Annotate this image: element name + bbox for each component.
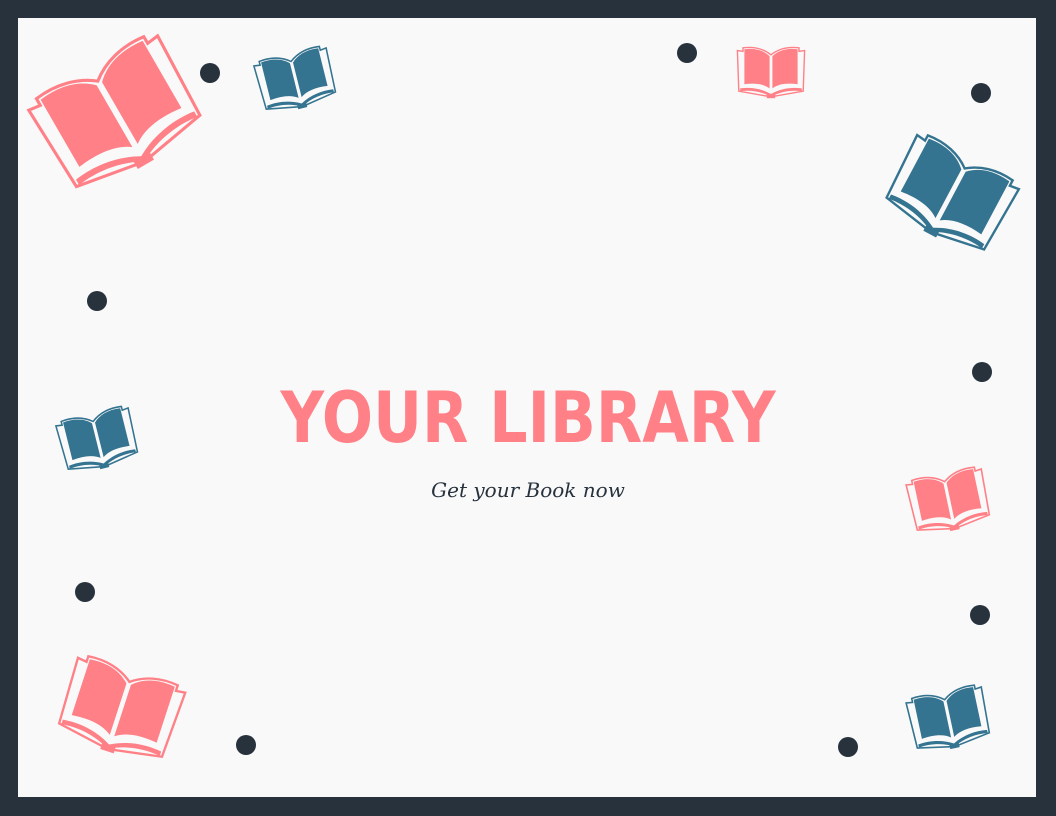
poster-title: YOUR LIBRARY xyxy=(280,377,776,459)
decorative-dot xyxy=(838,737,858,757)
decorative-dot xyxy=(75,582,95,602)
decorative-dot xyxy=(971,83,991,103)
open-book-icon xyxy=(736,44,806,102)
decorative-dot xyxy=(236,735,256,755)
decorative-dot xyxy=(200,63,220,83)
decorative-dot xyxy=(970,605,990,625)
decorative-dot xyxy=(87,291,107,311)
poster-subtitle: Get your Book now xyxy=(431,478,625,502)
decorative-dot xyxy=(677,43,697,63)
